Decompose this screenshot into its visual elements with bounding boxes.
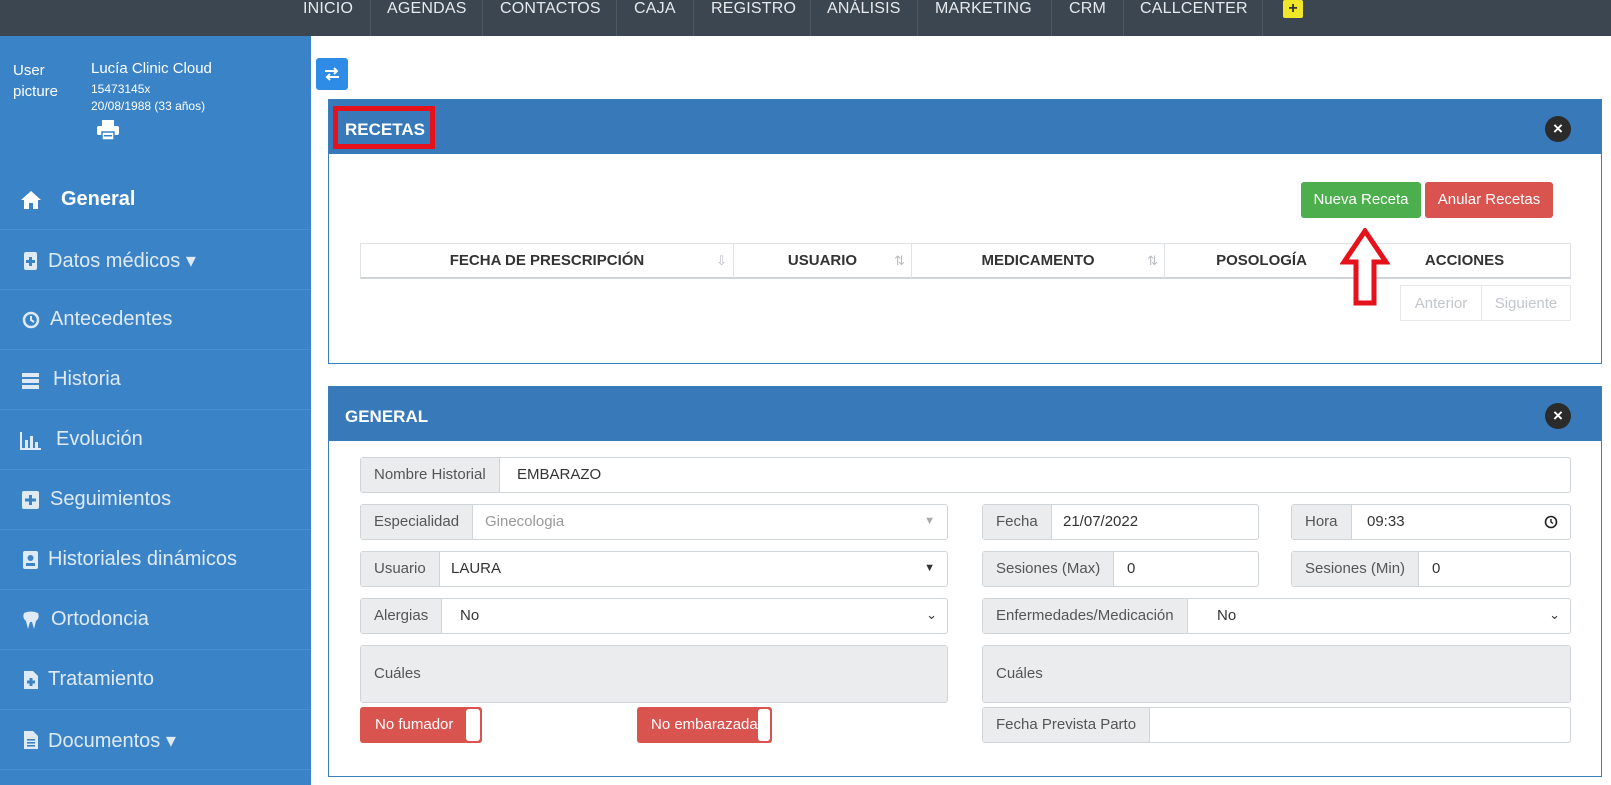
sidebar-item-label: Historiales dinámicos [48,548,237,570]
sort-icon: ⇩ [716,253,727,268]
nav-caja[interactable]: CAJA [617,0,694,36]
sesiones-max-field[interactable]: Sesiones (Max) 0 [982,551,1259,587]
close-icon[interactable]: × [1545,116,1571,142]
cuales-enfermedades-textarea[interactable] [1055,646,1570,702]
nav-marketing[interactable]: MARKETING [918,0,1052,36]
clock-icon[interactable] [1544,515,1558,529]
sidebar-item-seguimientos[interactable]: Seguimientos [0,470,311,530]
file-plus-icon [24,671,38,689]
alergias-select[interactable]: Alergias No ⌄ [360,598,948,634]
tooth-icon [23,611,39,629]
nav-agendas[interactable]: AGENDAS [371,0,483,36]
sesiones-min-field[interactable]: Sesiones (Min) 0 [1291,551,1571,587]
nombre-historial-field[interactable]: Nombre Historial EMBARAZO [360,457,1571,493]
nombre-historial-input[interactable]: EMBARAZO [517,458,601,492]
sidebar-item-label: General [61,188,136,210]
chevron-down-icon: ⌄ [1549,607,1560,622]
user-name: Lucía Clinic Cloud [91,60,212,77]
hora-input[interactable]: 09:33 [1367,505,1405,539]
sidebar-item-tratamiento[interactable]: Tratamiento [0,650,311,710]
general-title: GENERAL [345,407,429,426]
cuales-alergias-field[interactable]: Cuáles [360,645,948,703]
user-picture: User picture [13,62,59,100]
column-header: POSOLOGÍA [1165,244,1359,278]
column-header[interactable]: MEDICAMENTO ⇅ [912,244,1165,278]
pagination-prev[interactable]: Anterior [1400,285,1482,321]
toggle-knob [466,709,480,741]
sidebar-item-label: Tratamiento [48,668,154,690]
close-icon[interactable]: × [1545,403,1571,429]
add-plus-button[interactable]: + [1283,0,1303,18]
list-icon [22,373,39,389]
sidebar-item-general[interactable]: General [0,170,311,230]
fumador-toggle[interactable]: No fumador [360,707,482,743]
sidebar-item-datos-medicos[interactable]: Datos médicos ▾ [0,230,311,290]
id-badge-icon [23,551,38,569]
nav-contactos[interactable]: CONTACTOS [483,0,617,36]
enfermedades-select[interactable]: Enfermedades/Medicación No ⌄ [982,598,1571,634]
fecha-field[interactable]: Fecha 21/07/2022 [982,504,1259,540]
recetas-panel-header: RECETAS × [329,100,1601,154]
especialidad-select[interactable]: Especialidad Ginecologia ▼ [360,504,948,540]
column-header[interactable]: USUARIO ⇅ [734,244,912,278]
sidebar-item-label: Antecedentes [50,308,173,330]
sesiones-max-input[interactable]: 0 [1127,552,1135,586]
hora-field[interactable]: Hora 09:33 [1291,504,1571,540]
sidebar-item-historia[interactable]: Historia [0,350,311,410]
chevron-down-icon: ▼ [924,515,935,527]
embarazada-toggle[interactable]: No embarazada [637,707,772,743]
sidebar-item-evolucion[interactable]: Evolución [0,410,311,470]
sidebar-item-label: Historia [53,368,121,390]
anular-recetas-button[interactable]: Anular Recetas [1425,182,1553,218]
medical-clipboard-icon [24,252,37,270]
column-header[interactable]: FECHA DE PRESCRIPCIÓN ⇩ [361,244,734,278]
column-header: ACCIONES [1424,252,1505,269]
highlight-box [333,106,435,149]
sidebar-item-ortodoncia[interactable]: Ortodoncia [0,590,311,650]
cuales-enfermedades-field[interactable]: Cuáles [982,645,1571,703]
sidebar-item-antecedentes[interactable]: Antecedentes [0,290,311,350]
cuales-alergias-textarea[interactable] [434,646,947,702]
toggle-knob [758,709,770,741]
general-panel-header: GENERAL × [329,387,1601,441]
nav-analisis[interactable]: ANÁLISIS [811,0,918,36]
sort-icon: ⇅ [1147,253,1158,268]
sidebar: User picture Lucía Clinic Cloud 15473145… [0,36,311,785]
sidebar-item-label: Evolución [56,428,143,450]
sidebar-item-label: Ortodoncia [51,608,149,630]
plus-square-icon [22,491,39,509]
home-icon [21,191,41,209]
sidebar-item-label: Seguimientos [50,488,172,510]
sesiones-min-input[interactable]: 0 [1432,552,1440,586]
sidebar-item-historiales-dinamicos[interactable]: Historiales dinámicos [0,530,311,590]
chevron-down-icon: ⌄ [926,607,937,622]
general-panel: GENERAL × Nombre Historial EMBARAZO Espe… [328,386,1602,777]
fecha-prevista-parto-field[interactable]: Fecha Prevista Parto [982,707,1571,743]
history-icon [22,311,40,329]
nav-callcenter[interactable]: CALLCENTER [1124,0,1263,36]
swap-arrows-icon [325,67,339,81]
sidebar-item-label: Datos médicos ▾ [48,250,196,272]
top-navbar: INICIO AGENDAS CONTACTOS CAJA REGISTRO A… [0,0,1611,36]
fecha-input[interactable]: 21/07/2022 [1063,505,1138,539]
nav-inicio[interactable]: INICIO [286,0,371,36]
usuario-select[interactable]: Usuario LAURA ▼ [360,551,948,587]
pagination-next[interactable]: Siguiente [1481,285,1571,321]
up-arrow-annotation [1340,228,1390,306]
nav-crm[interactable]: CRM [1052,0,1124,36]
nav-registro[interactable]: REGISTRO [694,0,811,36]
recetas-panel: RECETAS × Nueva Receta Anular Recetas FE… [328,99,1602,364]
document-icon [24,731,38,749]
print-icon[interactable] [97,120,119,140]
user-id: 15473145x [91,82,151,96]
sidebar-item-documentos[interactable]: Documentos ▾ [0,710,311,770]
bar-chart-icon [20,432,41,450]
user-birthdate: 20/08/1988 (33 años) [91,99,206,113]
chevron-down-icon: ▼ [924,562,935,574]
sort-icon: ⇅ [894,253,905,268]
sidebar-item-label: Documentos ▾ [48,730,176,752]
toggle-sidebar-button[interactable] [316,58,348,90]
nueva-receta-button[interactable]: Nueva Receta [1301,182,1421,218]
